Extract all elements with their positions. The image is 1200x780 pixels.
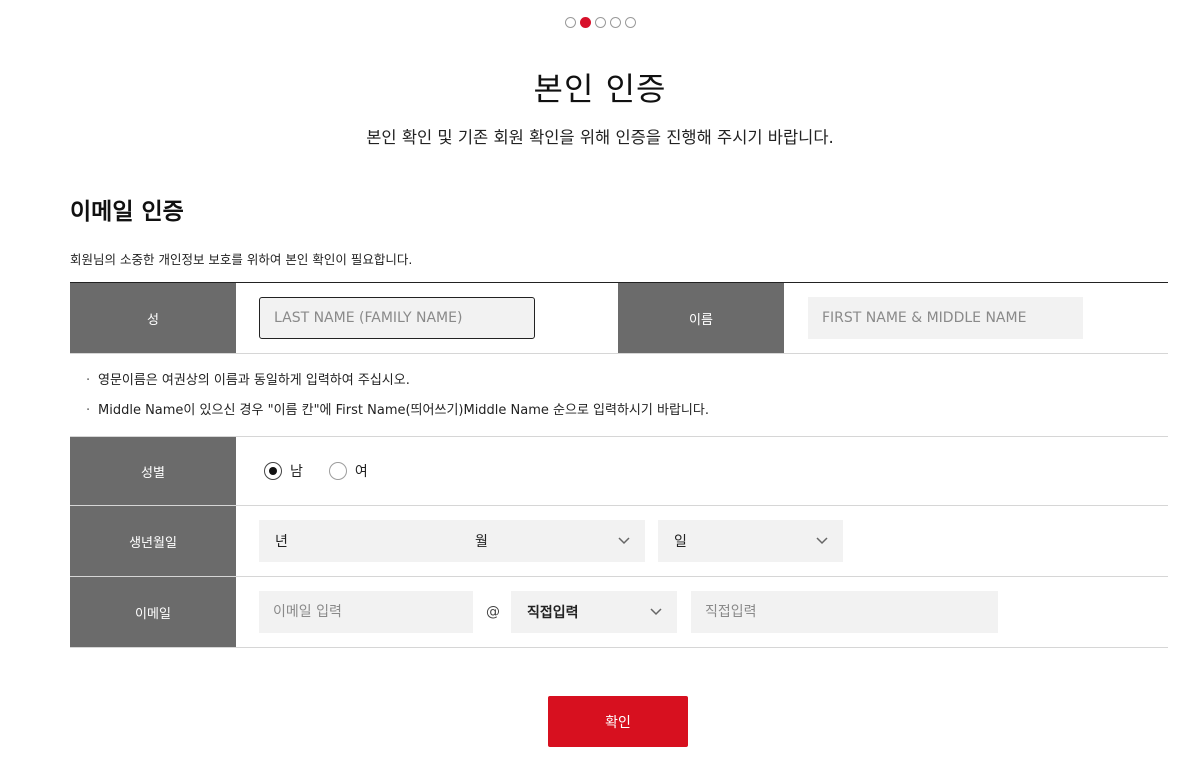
- note-line: Middle Name이 있으신 경우 "이름 칸"에 First Name(띄…: [86, 396, 709, 426]
- page-subtitle: 본인 확인 및 기존 회원 확인을 위해 인증을 진행해 주시기 바랍니다.: [366, 128, 834, 147]
- email-domain-select-value: 직접입력: [527, 605, 579, 621]
- last-name-label: 성: [70, 283, 236, 353]
- page: 본인 인증 본인 확인 및 기존 회원 확인을 위해 인증을 진행해 주시기 바…: [0, 0, 1200, 780]
- birth-label: 생년월일: [70, 506, 236, 576]
- gender-label: 성별: [70, 437, 236, 505]
- last-name-input[interactable]: [259, 297, 535, 339]
- gender-option-female[interactable]: 여: [328, 461, 368, 481]
- email-label: 이메일: [70, 577, 236, 647]
- email-domain-input[interactable]: [691, 591, 998, 633]
- chevron-down-icon: [618, 537, 630, 545]
- radio-checked-icon[interactable]: [264, 462, 282, 480]
- confirm-button[interactable]: 확인: [548, 696, 688, 747]
- birth-row: 생년월일 년 월 일: [70, 506, 1168, 577]
- email-domain-select[interactable]: 직접입력: [511, 591, 677, 633]
- gender-option-label: 남: [290, 464, 303, 480]
- section-description: 회원님의 소중한 개인정보 보호를 위하여 본인 확인이 필요합니다.: [70, 252, 413, 267]
- step-dot-1: [564, 17, 576, 28]
- chevron-down-icon: [650, 608, 662, 616]
- gender-radio-group: 남 여: [264, 437, 368, 505]
- section-title: 이메일 인증: [70, 199, 184, 225]
- birth-month-value: 월: [475, 534, 488, 550]
- note-line: 영문이름은 여권상의 이름과 동일하게 입력하여 주십시오.: [86, 366, 709, 396]
- email-row: 이메일 @ 직접입력: [70, 577, 1168, 648]
- birth-day-value: 일: [674, 534, 687, 550]
- name-row: 성 이름: [70, 283, 1168, 354]
- gender-option-male[interactable]: 남: [264, 461, 303, 481]
- first-name-input[interactable]: [808, 297, 1083, 339]
- name-notes: 영문이름은 여권상의 이름과 동일하게 입력하여 주십시오. Middle Na…: [86, 366, 709, 426]
- step-dot-5: [624, 17, 636, 28]
- gender-option-label: 여: [354, 464, 368, 480]
- radio-unchecked-icon[interactable]: [328, 462, 347, 480]
- birth-year-value: 년: [275, 534, 288, 550]
- first-name-label: 이름: [618, 283, 784, 353]
- at-sign: @: [486, 604, 500, 620]
- step-dot-2-active: [579, 17, 591, 28]
- step-dot-4: [609, 17, 621, 28]
- birth-month-select[interactable]: 월: [459, 520, 645, 562]
- page-title: 본인 인증: [533, 70, 667, 108]
- step-indicator: [0, 17, 1200, 28]
- birth-day-select[interactable]: 일: [658, 520, 843, 562]
- email-local-input[interactable]: [259, 591, 473, 633]
- chevron-down-icon: [816, 537, 828, 545]
- gender-row: 성별 남 여: [70, 436, 1168, 506]
- step-dot-3: [594, 17, 606, 28]
